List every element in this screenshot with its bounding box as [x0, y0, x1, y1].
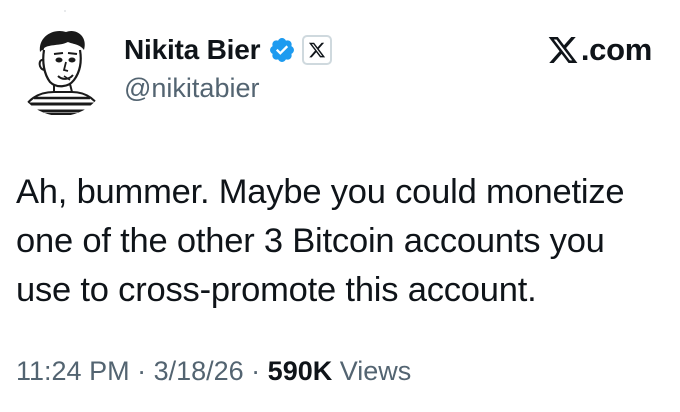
author-name-row: Nikita Bier: [124, 30, 333, 70]
author-display-name[interactable]: Nikita Bier: [124, 34, 260, 66]
x-logo-icon: [548, 37, 578, 63]
meta-separator: ·: [129, 356, 154, 386]
decorative-dot: [64, 10, 66, 12]
post-card: Nikita Bier @nikitabier .com Ah, bummer.…: [0, 0, 680, 412]
post-meta: 11:24 PM · 3/18/26 · 590K Views: [16, 356, 411, 387]
affiliation-x-logo-icon[interactable]: [302, 35, 333, 65]
meta-separator: ·: [243, 356, 268, 386]
site-brand-mark: .com: [546, 30, 652, 70]
site-domain-suffix: .com: [580, 32, 652, 67]
post-time[interactable]: 11:24 PM: [16, 356, 130, 386]
views-label: Views: [332, 356, 412, 386]
avatar[interactable]: [14, 22, 108, 116]
avatar-illustration-icon: [20, 30, 104, 115]
verified-badge-icon: [268, 36, 296, 64]
post-text: Ah, bummer. Maybe you could monetize one…: [16, 173, 625, 309]
post-date[interactable]: 3/18/26: [154, 356, 244, 386]
author-handle[interactable]: @nikitabier: [124, 73, 259, 104]
views-count: 590K: [267, 356, 333, 386]
